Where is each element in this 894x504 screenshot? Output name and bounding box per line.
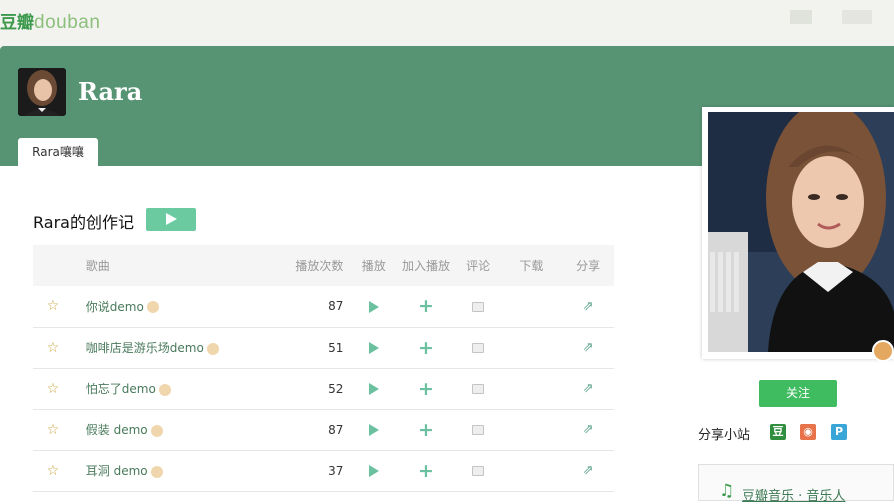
- play-count: 87: [328, 422, 344, 437]
- song-title[interactable]: 假装 demo: [86, 423, 148, 437]
- share-icon[interactable]: ⇗: [583, 381, 594, 396]
- play-count: 37: [328, 463, 344, 478]
- add-icon[interactable]: +: [418, 378, 434, 400]
- star-icon[interactable]: ☆: [47, 298, 60, 314]
- weibo-share-icon[interactable]: ◉: [800, 424, 816, 440]
- share-site-label: 分享小站: [698, 428, 751, 443]
- follow-button[interactable]: 关注: [759, 380, 837, 407]
- blurred-user-area: [790, 10, 812, 24]
- comment-icon[interactable]: [472, 343, 485, 353]
- badge-icon: [150, 465, 163, 478]
- comment-icon[interactable]: [472, 466, 485, 476]
- table-row: ☆ 耳洞 demo 37 + ⇗: [33, 450, 614, 491]
- table-row: ☆ 咖啡店是游乐场demo 51 + ⇗: [33, 327, 614, 368]
- add-icon[interactable]: +: [418, 419, 434, 441]
- comment-icon[interactable]: [472, 384, 485, 394]
- share-icon[interactable]: ⇗: [583, 463, 594, 478]
- song-title[interactable]: 耳洞 demo: [86, 464, 148, 478]
- share-icon[interactable]: ⇗: [583, 422, 594, 437]
- header-play: 播放: [361, 259, 386, 273]
- badge-icon: [150, 424, 163, 437]
- play-icon[interactable]: [368, 342, 379, 354]
- star-icon[interactable]: ☆: [47, 381, 60, 397]
- artist-name: Rara: [78, 77, 143, 106]
- play-icon[interactable]: [368, 383, 379, 395]
- section-title: Rara的创作记: [33, 213, 134, 232]
- music-note-icon: ♫: [719, 481, 735, 501]
- play-count: 52: [328, 381, 344, 396]
- badge-icon: [146, 301, 159, 314]
- song-title[interactable]: 怕忘了demo: [86, 382, 156, 396]
- play-count: 87: [328, 299, 344, 314]
- comment-icon[interactable]: [472, 301, 485, 312]
- play-icon[interactable]: [368, 424, 379, 436]
- share-icon[interactable]: ⇗: [583, 340, 594, 355]
- add-icon[interactable]: +: [418, 460, 434, 482]
- play-count: 51: [328, 340, 344, 355]
- table-row: ☆ 怕忘了demo 52 + ⇗: [33, 368, 614, 409]
- table-row: ☆ 你说demo 87 + ⇗: [33, 286, 614, 327]
- table-header: 歌曲 播放次数 播放 加入播放 评论 下载 分享: [33, 245, 614, 286]
- header-song: 歌曲: [85, 259, 110, 273]
- watermark-icon: [872, 340, 894, 362]
- star-icon[interactable]: ☆: [47, 422, 60, 438]
- avatar[interactable]: [18, 68, 66, 116]
- header-download: 下载: [519, 259, 544, 273]
- play-icon[interactable]: [368, 300, 379, 313]
- add-icon[interactable]: +: [418, 337, 434, 359]
- artist-photo[interactable]: [708, 112, 894, 352]
- add-icon[interactable]: +: [418, 295, 434, 317]
- badge-icon: [206, 342, 219, 355]
- table-row: ☆ 假装 demo 87 + ⇗: [33, 409, 614, 450]
- header-comment: 评论: [466, 259, 491, 273]
- song-title[interactable]: 你说demo: [86, 300, 144, 314]
- tab-rara[interactable]: Rara嚷嚷: [18, 138, 98, 166]
- header-add-to-playlist: 加入播放: [401, 259, 450, 273]
- comment-icon[interactable]: [472, 425, 485, 435]
- play-icon[interactable]: [368, 465, 379, 477]
- blurred-user-area-2: [842, 10, 872, 24]
- star-icon[interactable]: ☆: [47, 463, 60, 479]
- play-all-button[interactable]: [146, 208, 196, 231]
- douban-logo[interactable]: 豆瓣douban: [0, 8, 100, 34]
- header-share: 分享: [576, 259, 601, 273]
- douban-share-icon[interactable]: 豆: [770, 424, 786, 440]
- star-icon[interactable]: ☆: [47, 340, 60, 356]
- qzone-share-icon[interactable]: P: [831, 424, 847, 440]
- share-icon[interactable]: ⇗: [583, 299, 594, 314]
- douban-music-link[interactable]: 豆瓣音乐 · 音乐人: [742, 485, 845, 504]
- song-title[interactable]: 咖啡店是游乐场demo: [86, 341, 204, 355]
- badge-icon: [158, 383, 171, 396]
- top-bar: 豆瓣douban: [0, 0, 894, 46]
- song-table: 歌曲 播放次数 播放 加入播放 评论 下载 分享 ☆ 你说demo 87 + ⇗…: [33, 245, 614, 492]
- header-plays: 播放次数: [295, 259, 344, 273]
